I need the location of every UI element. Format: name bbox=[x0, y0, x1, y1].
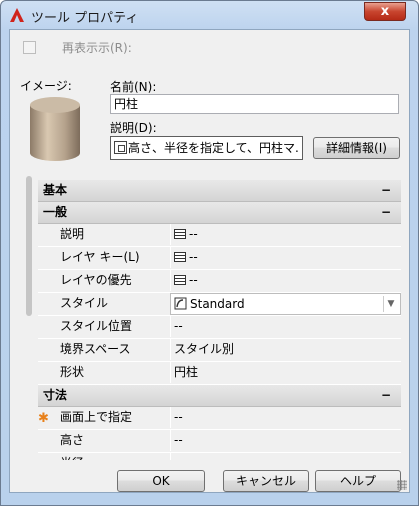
property-row-boundary-space[interactable]: 境界スペース スタイル別 bbox=[38, 339, 401, 362]
grid-scrollbar[interactable] bbox=[26, 176, 32, 316]
property-key: 形状 bbox=[38, 362, 170, 383]
property-value[interactable]: -- bbox=[170, 247, 401, 268]
property-value[interactable]: 円柱 bbox=[170, 362, 401, 383]
property-key: 画面上で指定 bbox=[38, 407, 170, 428]
property-row-layer-override[interactable]: レイヤの優先 -- bbox=[38, 270, 401, 293]
autocad-app-icon bbox=[10, 8, 24, 22]
property-key: スタイル bbox=[38, 293, 170, 314]
property-row-style-position[interactable]: スタイル位置 -- bbox=[38, 316, 401, 339]
description-field[interactable]: 高さ、半径を指定して、円柱マ. bbox=[110, 136, 303, 160]
table-icon bbox=[174, 275, 186, 285]
property-value[interactable]: -- bbox=[170, 407, 401, 428]
property-row-layer-key[interactable]: レイヤ キー(L) -- bbox=[38, 247, 401, 270]
property-row-description[interactable]: 説明 -- bbox=[38, 224, 401, 247]
table-icon bbox=[174, 252, 186, 262]
property-row-radius[interactable]: 半径 -- bbox=[38, 453, 401, 460]
property-value[interactable]: -- bbox=[170, 224, 401, 245]
property-row-height[interactable]: 高さ -- bbox=[38, 430, 401, 453]
property-value[interactable]: -- bbox=[170, 430, 401, 451]
property-key: レイヤの優先 bbox=[38, 270, 170, 291]
category-label: 一般 bbox=[43, 205, 68, 219]
dialog-body: 再表示示(R): イメージ: 名前(N): 円柱 説明(D): 高さ、半径を指定… bbox=[9, 29, 410, 493]
description-icon bbox=[114, 141, 127, 154]
value-text: -- bbox=[189, 250, 198, 264]
value-text: -- bbox=[189, 227, 198, 241]
category-label: 寸法 bbox=[43, 388, 68, 402]
value-text: Standard bbox=[190, 297, 245, 311]
name-field[interactable]: 円柱 bbox=[110, 94, 399, 114]
collapse-icon[interactable]: − bbox=[381, 385, 391, 406]
property-key: レイヤ キー(L) bbox=[38, 247, 170, 268]
table-icon bbox=[174, 229, 186, 239]
style-dropdown[interactable]: Standard ▼ bbox=[170, 293, 401, 315]
property-key: 境界スペース bbox=[38, 339, 170, 360]
category-dimensions[interactable]: 寸法 − bbox=[38, 385, 401, 407]
help-button[interactable]: ヘルプ bbox=[315, 470, 401, 492]
property-grid-rows: 基本 − 一般 − 説明 -- レイヤ キー(L) -- レイヤの優先 -- ス… bbox=[38, 180, 401, 460]
tool-properties-dialog: ツール プロパティ x 再表示示(R): イメージ: 名前(N): 円柱 説明(… bbox=[0, 0, 419, 506]
collapse-icon[interactable]: − bbox=[381, 202, 391, 223]
property-grid: 基本 − 一般 − 説明 -- レイヤ キー(L) -- レイヤの優先 -- ス… bbox=[26, 176, 401, 460]
redisplay-label: 再表示示(R): bbox=[62, 41, 132, 55]
redisplay-checkbox[interactable] bbox=[23, 41, 36, 54]
chevron-down-icon[interactable]: ▼ bbox=[383, 296, 398, 312]
key-text: 画面上で指定 bbox=[60, 410, 133, 424]
ok-button[interactable]: OK bbox=[117, 470, 205, 492]
detail-info-button[interactable]: 詳細情報(I) bbox=[313, 137, 400, 159]
property-key: 説明 bbox=[38, 224, 170, 245]
property-key: 高さ bbox=[38, 430, 170, 451]
image-label: イメージ: bbox=[20, 79, 72, 93]
title-bar: ツール プロパティ x bbox=[1, 1, 418, 29]
property-row-specify-on-screen[interactable]: 画面上で指定 ✱ -- bbox=[38, 407, 401, 430]
window-title: ツール プロパティ bbox=[31, 11, 139, 26]
collapse-icon[interactable]: − bbox=[381, 180, 391, 201]
cylinder-icon bbox=[30, 97, 80, 161]
style-icon bbox=[174, 297, 187, 310]
property-row-shape[interactable]: 形状 円柱 bbox=[38, 362, 401, 385]
value-text: -- bbox=[189, 273, 198, 287]
property-value[interactable]: -- bbox=[170, 316, 401, 337]
asterisk-icon: ✱ bbox=[38, 411, 49, 426]
resize-grip[interactable] bbox=[397, 480, 407, 490]
description-text: 高さ、半径を指定して、円柱マ. bbox=[128, 141, 299, 155]
description-label: 説明(D): bbox=[110, 121, 157, 135]
category-basic[interactable]: 基本 − bbox=[38, 180, 401, 202]
cancel-button[interactable]: キャンセル bbox=[223, 470, 309, 492]
property-row-style[interactable]: スタイル Standard ▼ bbox=[38, 293, 401, 316]
category-label: 基本 bbox=[43, 183, 68, 197]
name-label: 名前(N): bbox=[110, 80, 157, 94]
category-general[interactable]: 一般 − bbox=[38, 202, 401, 224]
property-value[interactable]: -- bbox=[170, 270, 401, 291]
close-button[interactable]: x bbox=[364, 2, 406, 21]
property-value[interactable]: スタイル別 bbox=[170, 339, 401, 360]
property-key: スタイル位置 bbox=[38, 316, 170, 337]
property-key: 半径 bbox=[38, 453, 170, 460]
property-value[interactable]: -- bbox=[170, 453, 401, 460]
